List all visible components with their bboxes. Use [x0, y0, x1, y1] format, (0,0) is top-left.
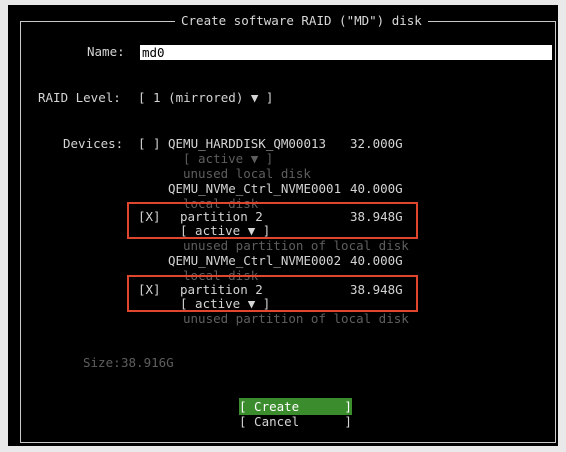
device-size-partition-2-b: 38.948G — [350, 282, 403, 297]
device-desc-partition-2-b: unused partition of local disk — [183, 311, 409, 326]
device-size-qm00013: 32.000G — [350, 136, 403, 151]
cancel-button[interactable]: [ Cancel ] — [239, 413, 352, 430]
device-size-partition-2-a: 38.948G — [350, 209, 403, 224]
device-checkbox-partition-2-b[interactable]: [X] — [138, 281, 161, 298]
raid-level-select[interactable]: [ 1 (mirrored) ▼ ] — [138, 89, 273, 106]
device-checkbox-partition-2-a[interactable]: [X] — [138, 208, 161, 225]
raid-level-label: RAID Level: — [38, 90, 121, 105]
terminal-screen: Create software RAID ("MD") disk Name: R… — [8, 5, 558, 446]
size-label: Size: — [83, 355, 121, 370]
dialog-title: Create software RAID ("MD") disk — [175, 12, 428, 29]
name-input[interactable] — [140, 45, 552, 60]
device-checkbox-qm00013[interactable]: [ ] — [138, 135, 161, 152]
name-label: Name: — [87, 44, 125, 59]
device-size-nvme0001: 40.000G — [350, 181, 403, 196]
devices-label: Devices: — [63, 136, 124, 151]
size-value: 38.916G — [121, 355, 174, 370]
device-size-nvme0002: 40.000G — [350, 253, 403, 268]
